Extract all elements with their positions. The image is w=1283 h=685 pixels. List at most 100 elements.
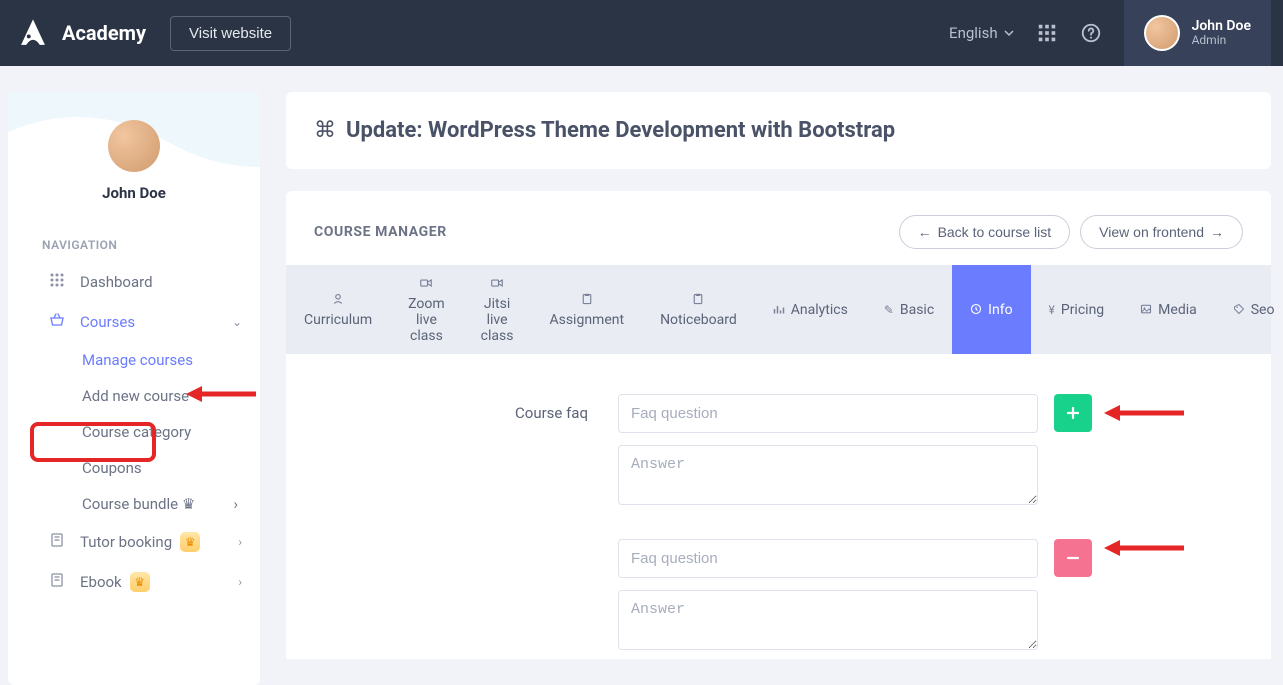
- brand-logo-icon: [16, 16, 50, 50]
- pencil-icon: ✎: [884, 304, 894, 318]
- tab-label: Pricing: [1061, 302, 1104, 318]
- apps-grid-icon[interactable]: [1036, 22, 1058, 44]
- clock-icon: [970, 303, 982, 319]
- arrow-right-icon: →: [1210, 224, 1224, 240]
- tab-label: Jitsi live class: [481, 296, 514, 344]
- sidebar-item-courses[interactable]: Courses ⌄: [8, 302, 260, 342]
- sidebar-profile-name: John Doe: [8, 184, 260, 202]
- tab-noticeboard[interactable]: Noticeboard: [642, 265, 755, 354]
- tab-basic[interactable]: ✎ Basic: [866, 265, 952, 354]
- help-icon[interactable]: [1080, 22, 1102, 44]
- topbar: Academy Visit website English John Doe A…: [0, 0, 1283, 66]
- plus-icon: [1065, 405, 1081, 421]
- sidebar-section-label: NAVIGATION: [8, 220, 260, 262]
- tab-label: Noticeboard: [660, 312, 737, 328]
- tab-jitsi-live-class[interactable]: Jitsi live class: [463, 265, 532, 354]
- tab-assignment[interactable]: Assignment: [531, 265, 642, 354]
- page-title-card: ⌘ Update: WordPress Theme Development wi…: [286, 92, 1271, 169]
- sidebar-item-label: Course bundle: [82, 495, 178, 513]
- back-to-list-button[interactable]: ← Back to course list: [899, 215, 1071, 249]
- basket-icon: [48, 312, 66, 332]
- button-label: View on frontend: [1099, 224, 1204, 240]
- remove-faq-button[interactable]: [1054, 539, 1092, 577]
- sidebar-item-ebook[interactable]: Ebook ♛ ›: [8, 562, 260, 602]
- sidebar: John Doe NAVIGATION Dashboard Courses ⌄ …: [8, 92, 260, 685]
- sidebar-submenu-courses: Manage courses Add new course Course cat…: [8, 342, 260, 522]
- crown-icon: ♛: [130, 572, 150, 592]
- crown-icon: ♛: [182, 495, 195, 513]
- sidebar-item-tutor-booking[interactable]: Tutor booking ♛ ›: [8, 522, 260, 562]
- tab-label: Media: [1158, 302, 1197, 318]
- video-icon: [420, 277, 432, 293]
- avatar: [108, 120, 160, 172]
- image-icon: [1140, 303, 1152, 319]
- chevron-down-icon: [1004, 28, 1014, 38]
- sidebar-item-label: Ebook: [80, 573, 122, 591]
- faq-group-2: [618, 539, 1231, 659]
- crown-icon: ♛: [180, 532, 200, 552]
- sidebar-sub-manage-courses[interactable]: Manage courses: [82, 342, 260, 378]
- chevron-right-icon: ›: [238, 535, 242, 549]
- tab-seo[interactable]: Seo: [1215, 265, 1283, 354]
- clipboard-icon: [692, 293, 704, 309]
- sidebar-sub-coupons[interactable]: Coupons: [82, 450, 260, 486]
- faq-label: Course faq: [326, 394, 588, 422]
- tab-label: Analytics: [791, 302, 848, 318]
- grid-icon: [48, 272, 66, 292]
- tab-analytics[interactable]: Analytics: [755, 265, 866, 354]
- brand[interactable]: Academy: [16, 16, 146, 50]
- language-selector[interactable]: English: [949, 24, 1014, 42]
- course-manager-card: COURSE MANAGER ← Back to course list Vie…: [286, 191, 1271, 659]
- user-role: Admin: [1192, 34, 1251, 48]
- clipboard-icon: [581, 293, 593, 309]
- tab-curriculum[interactable]: Curriculum: [286, 265, 390, 354]
- chevron-down-icon: ⌄: [232, 315, 242, 329]
- view-frontend-button[interactable]: View on frontend →: [1080, 215, 1243, 249]
- tab-pricing[interactable]: ¥ Pricing: [1031, 265, 1123, 354]
- document-icon: [48, 572, 66, 592]
- tab-zoom-live-class[interactable]: Zoom live class: [390, 265, 463, 354]
- tab-label: Seo: [1251, 302, 1275, 318]
- faq-group-1: [618, 394, 1231, 521]
- add-faq-button[interactable]: [1054, 394, 1092, 432]
- tab-info[interactable]: Info: [952, 265, 1030, 354]
- tab-label: Basic: [900, 302, 934, 318]
- arrow-left-icon: ←: [918, 224, 932, 240]
- sidebar-item-label: Courses: [80, 313, 135, 331]
- tab-label: Zoom live class: [408, 296, 445, 344]
- tab-label: Assignment: [549, 312, 624, 328]
- faq-question-input[interactable]: [618, 539, 1038, 578]
- tab-label: Curriculum: [304, 312, 372, 328]
- chevron-right-icon: ›: [233, 495, 238, 513]
- course-manager-heading: COURSE MANAGER: [314, 224, 447, 240]
- yen-icon: ¥: [1049, 304, 1055, 318]
- faq-answer-textarea[interactable]: [618, 445, 1038, 505]
- user-icon: [332, 293, 344, 309]
- tag-icon: [1233, 303, 1245, 319]
- sidebar-sub-course-category[interactable]: Course category: [82, 414, 260, 450]
- minus-icon: [1065, 550, 1081, 566]
- sidebar-profile: John Doe: [8, 92, 260, 220]
- user-name: John Doe: [1192, 18, 1251, 34]
- video-icon: [491, 277, 503, 293]
- main-content: ⌘ Update: WordPress Theme Development wi…: [286, 66, 1283, 659]
- sidebar-item-dashboard[interactable]: Dashboard: [8, 262, 260, 302]
- sidebar-item-label: Tutor booking: [80, 533, 172, 551]
- course-tabs: Curriculum Zoom live class Jitsi live cl…: [286, 265, 1271, 354]
- chart-icon: [773, 303, 785, 319]
- page-title: Update: WordPress Theme Development with…: [346, 118, 895, 143]
- sidebar-item-label: Dashboard: [80, 273, 153, 291]
- sidebar-sub-course-bundle[interactable]: Course bundle ♛ ›: [82, 486, 260, 522]
- faq-answer-textarea[interactable]: [618, 590, 1038, 650]
- faq-question-input[interactable]: [618, 394, 1038, 433]
- sidebar-sub-add-course[interactable]: Add new course: [82, 378, 260, 414]
- user-menu[interactable]: John Doe Admin: [1124, 0, 1271, 66]
- visit-website-button[interactable]: Visit website: [170, 16, 291, 51]
- tab-media[interactable]: Media: [1122, 265, 1215, 354]
- document-icon: [48, 532, 66, 552]
- button-label: Back to course list: [938, 224, 1052, 240]
- command-icon: ⌘: [314, 118, 336, 143]
- tab-label: Info: [988, 302, 1012, 318]
- brand-label: Academy: [62, 21, 146, 45]
- language-label: English: [949, 24, 998, 42]
